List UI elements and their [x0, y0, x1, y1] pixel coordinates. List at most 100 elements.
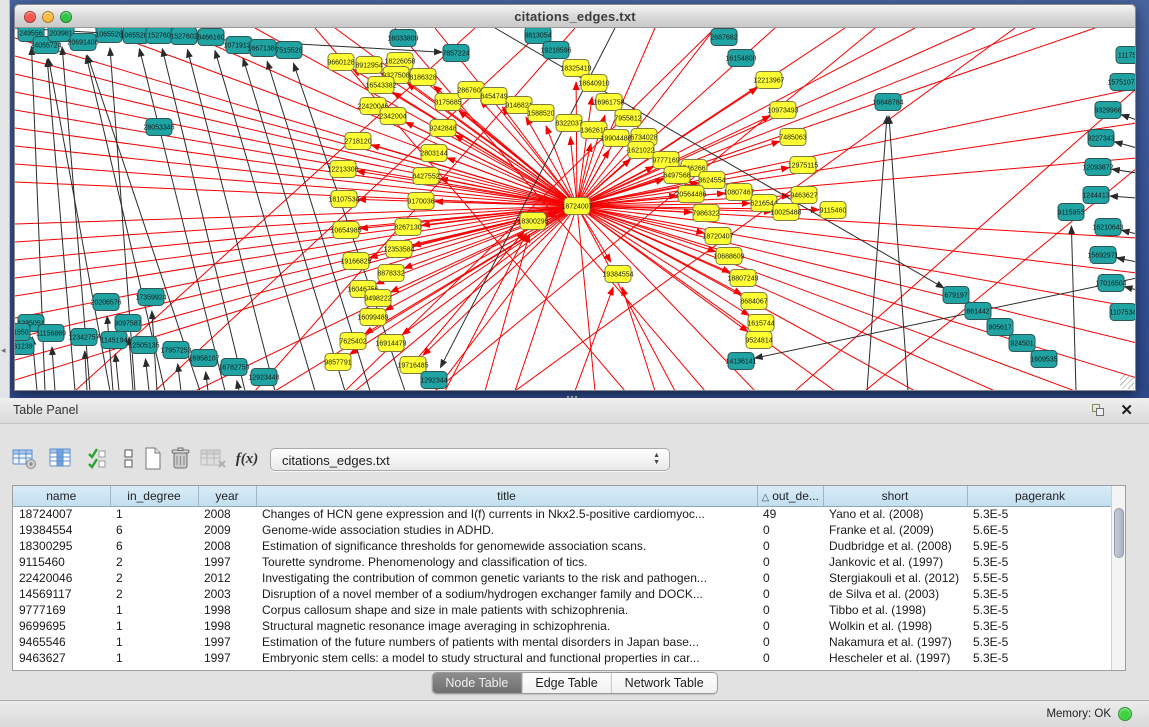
graph-node-label: 331239	[15, 344, 33, 351]
column-header-in_degree[interactable]: in_degree	[110, 486, 198, 506]
graph-edge	[15, 56, 577, 206]
table-cell: Estimation of significance thresholds fo…	[256, 538, 757, 554]
table-row[interactable]: 946554611997Estimation of the future num…	[13, 634, 1113, 650]
graph-edge	[1122, 230, 1136, 234]
tab-network-table[interactable]: Network Table	[612, 673, 717, 693]
close-panel-icon[interactable]: ✕	[1120, 401, 1133, 419]
table-cell: 18300295	[13, 538, 110, 554]
graph-node-label: 19384554	[602, 272, 633, 279]
graph-edge	[1071, 226, 1076, 391]
window-resize-grip[interactable]	[1120, 375, 1134, 389]
graph-node-label: 1292344	[420, 378, 447, 385]
window-titlebar[interactable]: citations_edges.txt	[14, 4, 1136, 28]
graph-node-label: 3175685	[434, 100, 461, 107]
select-all-icon[interactable]	[84, 444, 114, 474]
table-cell: 19384554	[13, 522, 110, 538]
graph-edge	[1134, 90, 1136, 92]
table-row[interactable]: 946362711997Embryonic stem cells: a mode…	[13, 650, 1113, 666]
graph-edge	[187, 50, 275, 391]
graph-edge	[85, 351, 87, 391]
table-row[interactable]: 911546021997Tourette syndrome. Phenomeno…	[13, 554, 1113, 570]
table-cell: 2012	[198, 570, 256, 586]
table-cell: 6	[110, 522, 198, 538]
graph-edge	[162, 49, 245, 391]
table-row[interactable]: 2242004622012Investigating the contribut…	[13, 570, 1113, 586]
table-cell: 14569117	[13, 586, 110, 602]
new-column-icon[interactable]	[138, 444, 168, 474]
table-row[interactable]: 1830029562008Estimation of significance …	[13, 538, 1113, 554]
graph-node-label: 20206576	[90, 300, 121, 307]
dropdown-stepper-icon: ▲▼	[653, 452, 660, 466]
graph-node-label: 2342004	[379, 114, 406, 121]
show-columns-icon[interactable]	[46, 444, 76, 474]
delete-table-icon[interactable]	[198, 444, 228, 474]
table-selector-value: citations_edges.txt	[282, 453, 390, 468]
graph-edge	[423, 206, 577, 355]
table-mode-icon[interactable]	[10, 444, 40, 474]
table-cell: 0	[757, 554, 823, 570]
table-row[interactable]: 1456911722003Disruption of a novel membe…	[13, 586, 1113, 602]
graph-node-label: 16914479	[375, 341, 406, 348]
graph-node-label: 19716485	[397, 363, 428, 370]
graph-node-label: 20691406	[67, 40, 98, 47]
column-header-title[interactable]: title	[256, 486, 757, 506]
splitter-arrow-icon[interactable]: ◂	[1, 345, 6, 356]
graph-node-label: 203981	[49, 31, 72, 38]
table-cell: Stergiakouli et al. (2012)	[823, 570, 967, 586]
table-scrollbar-thumb[interactable]	[1114, 508, 1124, 558]
graph-node-label: 8267130	[394, 225, 421, 232]
column-header-name[interactable]: name	[13, 486, 110, 506]
table-cell: 2008	[198, 538, 256, 554]
graph-node-label: 16671388	[247, 46, 278, 53]
graph-node-label: 1609535	[1030, 357, 1057, 364]
tab-edge-table[interactable]: Edge Table	[522, 673, 611, 693]
table-panel: Table Panel ✕	[0, 398, 1149, 700]
graph-node-label: 18325419	[560, 66, 591, 73]
table-cell: 18724007	[13, 506, 110, 522]
table-selector-dropdown[interactable]: citations_edges.txt ▲▼	[270, 448, 670, 471]
delete-column-icon[interactable]	[166, 444, 196, 474]
table-cell: 1	[110, 650, 198, 666]
graph-node-label: 9857791	[324, 360, 351, 367]
table-row[interactable]: 1938455462009Genome-wide association stu…	[13, 522, 1113, 538]
column-header-year[interactable]: year	[198, 486, 256, 506]
column-header-out_de[interactable]: △out_de...	[757, 486, 823, 506]
graph-node-label: 1244413	[1082, 193, 1109, 200]
graph-node-label: 16958107	[188, 356, 219, 363]
float-panel-icon[interactable]	[1092, 404, 1105, 417]
graph-node-label: 8813054	[524, 33, 551, 40]
graph-node-label: 18300295	[517, 219, 548, 226]
graph-node-label: 1588520	[527, 111, 554, 118]
table-row[interactable]: 969969511998Structural magnetic resonanc…	[13, 618, 1113, 634]
table-row[interactable]: 1872400712008Changes of HCN gene express…	[13, 506, 1113, 522]
table-cell: Changes of HCN gene expression and I(f) …	[256, 506, 757, 522]
function-builder-icon[interactable]: f(x)	[232, 444, 262, 474]
table-cell: Genome-wide association studies in ADHD.	[256, 522, 757, 538]
graph-node-label: 7625402	[339, 339, 366, 346]
application-window: citations_edges.txt 18724007966012889129…	[0, 0, 1149, 727]
graph-node-label: 1615744	[747, 321, 774, 328]
network-canvas[interactable]: 1872400796601288912954182260589327508165…	[14, 28, 1136, 391]
tab-node-table[interactable]: Node Table	[432, 673, 522, 693]
graph-node-label: 391550	[15, 330, 29, 337]
window-title: citations_edges.txt	[15, 9, 1135, 24]
column-header-short[interactable]: short	[823, 486, 967, 506]
graph-node-label: 12213967	[753, 78, 784, 85]
graph-node-label: 7955812	[614, 116, 641, 123]
table-cell: Corpus callosum shape and size in male p…	[256, 602, 757, 618]
graph-node-label: 18807249	[727, 276, 758, 283]
graph-node-label: 7986322	[692, 211, 719, 218]
table-cell: 5.6E-5	[967, 522, 1113, 538]
table-cell: 5.3E-5	[967, 554, 1113, 570]
table-row[interactable]: 977716911998Corpus callosum shape and si…	[13, 602, 1113, 618]
graph-node-label: 8912954	[355, 63, 382, 70]
graph-node-label: 18640910	[578, 81, 609, 88]
graph-node-label: 11156869	[36, 331, 66, 338]
graph-edge	[1117, 258, 1136, 262]
graph-node-label: 15692971	[1087, 253, 1118, 260]
column-header-pagerank[interactable]: pagerank	[967, 486, 1113, 506]
table-cell: 1997	[198, 650, 256, 666]
table-cell: 0	[757, 538, 823, 554]
graph-node-label: 7857224	[442, 51, 469, 58]
table-scrollbar[interactable]	[1111, 486, 1125, 670]
